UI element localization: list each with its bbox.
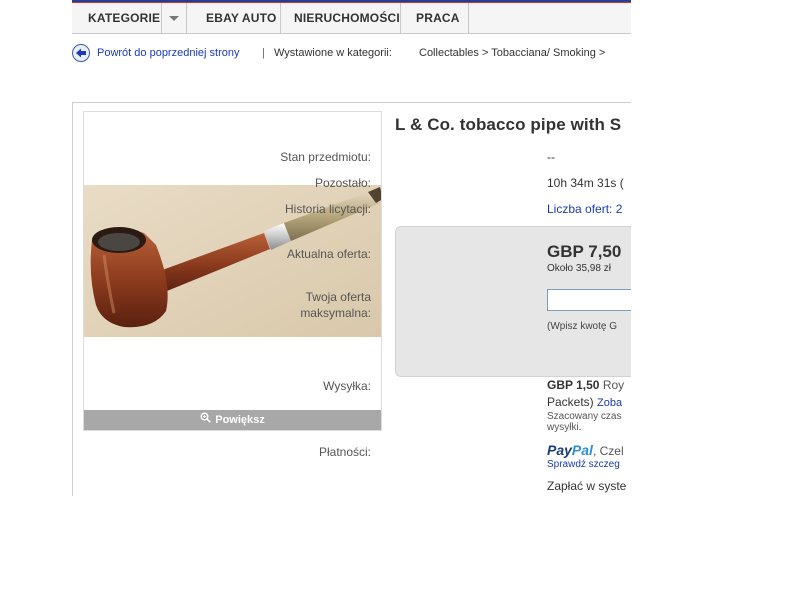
paypal-pal: Pal <box>571 442 593 458</box>
breadcrumb-separator: | <box>262 47 265 59</box>
condition-label: Stan przedmiotu: <box>280 150 371 164</box>
item-panel-border-left <box>72 102 73 496</box>
chevron-down-icon <box>169 16 179 21</box>
current-price: GBP 7,50 <box>547 242 622 261</box>
pay-in-system-text: Zapłać w syste <box>547 479 627 493</box>
page-viewport: KATEGORIE EBAY AUTO NIERUCHOMOŚCI PRACA … <box>0 0 631 496</box>
category-path-link[interactable]: Collectables > Tobacciana/ Smoking > <box>419 47 605 59</box>
condition-value: -- <box>547 150 555 164</box>
nav-real-estate[interactable]: NIERUCHOMOŚCI <box>281 3 401 33</box>
back-link[interactable]: Powrót do poprzedniej strony <box>97 47 239 59</box>
bid-history-label: Historia licytacji: <box>284 202 371 216</box>
bid-count-link[interactable]: Liczba ofert: 2 <box>547 202 622 216</box>
shipping-estimate-line1: Szacowany czas <box>547 411 622 422</box>
item-panel-border <box>72 102 631 103</box>
enlarge-label: Powiększ <box>215 414 265 426</box>
shipping-price: GBP 1,50 <box>547 378 600 392</box>
categories-dropdown-button[interactable] <box>162 3 187 33</box>
enlarge-button[interactable]: Powiększ <box>84 410 381 430</box>
top-navigation: KATEGORIE EBAY AUTO NIERUCHOMOŚCI PRACA <box>72 3 631 34</box>
payment-other-methods: , Czel <box>592 444 624 458</box>
magnifier-icon <box>200 410 212 430</box>
shipping-estimate-line2: wysyłki. <box>547 422 582 433</box>
shipping-info-cont: Packets) Zoba <box>547 395 622 409</box>
listed-in-label: Wystawione w kategorii: <box>274 47 392 59</box>
item-title: L & Co. tobacco pipe with S <box>395 115 622 134</box>
current-bid-label: Aktualna oferta: <box>286 247 371 261</box>
nav-ebay-auto[interactable]: EBAY AUTO <box>187 3 281 33</box>
payment-details-link[interactable]: Sprawdź szczeg <box>547 459 620 470</box>
shipping-details-link[interactable]: Zoba <box>597 397 622 409</box>
paypal-logo: PayPal, Czel <box>547 442 624 458</box>
max-bid-label-line1: Twoja oferta <box>305 290 371 304</box>
max-bid-input[interactable] <box>547 289 631 311</box>
shipping-service: Roy <box>602 378 625 392</box>
time-left-value: 10h 34m 31s ( <box>547 176 624 190</box>
payments-label: Płatności: <box>318 445 371 459</box>
nav-categories[interactable]: KATEGORIE <box>72 3 162 33</box>
nav-jobs[interactable]: PRACA <box>401 3 469 33</box>
shipping-label: Wysyłka: <box>323 379 371 393</box>
back-arrow-icon[interactable] <box>72 44 90 62</box>
paypal-pay: Pay <box>547 442 572 458</box>
max-bid-label-line2: maksymalna: <box>300 306 371 320</box>
shipping-service-cont: Packets) <box>547 395 594 409</box>
bid-hint: (Wpisz kwotę G <box>547 321 618 332</box>
approx-price: Około 35,98 zł <box>547 263 611 274</box>
time-left-label: Pozostało: <box>314 176 371 190</box>
shipping-info: GBP 1,50 Roy <box>547 378 624 392</box>
